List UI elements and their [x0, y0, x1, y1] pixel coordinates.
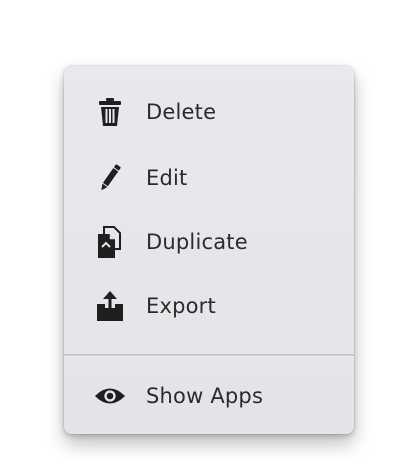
menu-item-show-apps[interactable]: Show Apps: [64, 368, 354, 424]
stage: Delete Edit Duplicate Export Show Apps: [0, 0, 406, 461]
menu-divider: [64, 354, 354, 357]
menu-item-export[interactable]: Export: [64, 278, 354, 334]
menu-item-label: Duplicate: [146, 230, 248, 254]
context-menu: Delete Edit Duplicate Export Show Apps: [64, 66, 354, 434]
menu-item-label: Delete: [146, 100, 217, 124]
menu-item-label: Edit: [146, 166, 188, 190]
pencil-icon: [94, 160, 126, 196]
duplicate-icon: [94, 224, 126, 260]
eye-icon: [94, 378, 126, 414]
export-icon: [94, 288, 126, 324]
menu-item-label: Export: [146, 294, 216, 318]
menu-item-delete[interactable]: Delete: [64, 84, 354, 140]
menu-item-edit[interactable]: Edit: [64, 150, 354, 206]
menu-item-label: Show Apps: [146, 384, 264, 408]
menu-item-duplicate[interactable]: Duplicate: [64, 214, 354, 270]
trash-icon: [94, 94, 126, 130]
